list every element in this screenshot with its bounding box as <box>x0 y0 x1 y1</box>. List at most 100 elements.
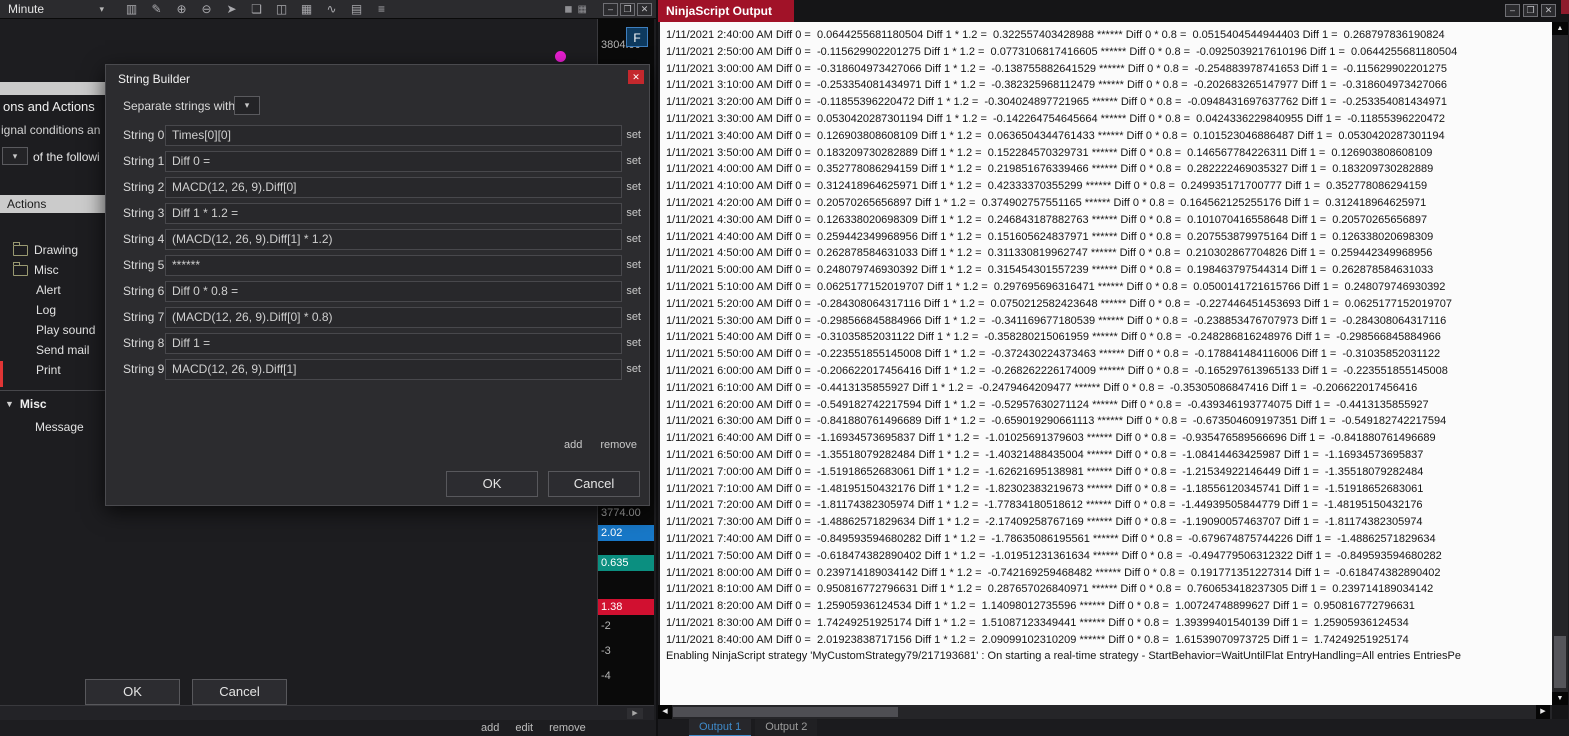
clipboard-icon[interactable]: ❏ <box>249 2 264 16</box>
maximize-button[interactable]: ❐ <box>620 2 635 16</box>
set-link[interactable]: set <box>626 359 641 380</box>
close-button[interactable]: ✕ <box>1541 4 1556 17</box>
set-link[interactable]: set <box>626 255 641 276</box>
string-value-field[interactable]: MACD(12, 26, 9).Diff[0] <box>165 177 622 198</box>
horizontal-scrollbar[interactable]: ▶ <box>0 705 654 720</box>
string-value-field[interactable]: Diff 0 = <box>165 151 622 172</box>
output-line: 1/11/2021 7:10:00 AM Diff 0 = -1.4819515… <box>666 482 1424 495</box>
condition-dropdown[interactable]: ▾ <box>2 147 28 165</box>
output-log-area[interactable]: 1/11/2021 2:40:00 AM Diff 0 = 0.06442556… <box>660 22 1552 705</box>
string-value-field[interactable]: ****** <box>165 255 622 276</box>
string-value-field[interactable]: (MACD(12, 26, 9).Diff[1] * 1.2) <box>165 229 622 250</box>
chart-marker-dot <box>555 51 566 62</box>
list-icon[interactable]: ≡ <box>374 2 389 16</box>
dialog-links: add remove <box>564 439 637 451</box>
string-row-label: String 5 <box>123 258 165 272</box>
add-link[interactable]: add <box>481 722 499 734</box>
pencil-draw-icon[interactable]: ✎ <box>149 2 164 16</box>
string-value-field[interactable]: MACD(12, 26, 9).Diff[1] <box>165 359 622 380</box>
output-line: 1/11/2021 6:00:00 AM Diff 0 = -0.2066220… <box>666 364 1448 377</box>
edit-link[interactable]: edit <box>515 722 533 734</box>
add-link[interactable]: add <box>564 439 582 451</box>
set-link[interactable]: set <box>626 333 641 354</box>
set-link[interactable]: set <box>626 203 641 224</box>
actions-section-header: Actions <box>0 195 105 213</box>
cancel-button[interactable]: Cancel <box>192 679 287 705</box>
data-box-icon[interactable]: ▤ <box>349 2 364 16</box>
remove-link[interactable]: remove <box>549 722 586 734</box>
set-link[interactable]: set <box>626 177 641 198</box>
string-row: String 4 (MACD(12, 26, 9).Diff[1] * 1.2)… <box>106 229 649 250</box>
output-tab[interactable]: Output 2 <box>755 719 818 736</box>
remove-link[interactable]: remove <box>600 439 637 451</box>
mini-grid-icon[interactable]: ▦ <box>578 4 587 15</box>
cancel-button[interactable]: Cancel <box>548 471 640 497</box>
output-line: 1/11/2021 6:10:00 AM Diff 0 = -0.4413135… <box>666 381 1418 394</box>
f-badge[interactable]: F <box>626 27 648 47</box>
scroll-left-icon[interactable]: ◀ <box>658 705 672 719</box>
output-line: 1/11/2021 3:40:00 AM Diff 0 = 0.12690380… <box>666 129 1445 142</box>
axis-value: -3 <box>601 645 611 657</box>
strategy-builder-window: Minute ▾ ▥ ✎ ⊕ ⊖ ➤ ❏ ◫ ▦ ∿ ▤ ≡ ◼ ▦ – ❐ ✕ ons and Act… <box>0 0 656 736</box>
minimize-button[interactable]: – <box>603 2 618 16</box>
output-line: 1/11/2021 7:30:00 AM Diff 0 = -1.4886257… <box>666 516 1423 529</box>
partial-close-button[interactable] <box>1561 0 1569 14</box>
set-link[interactable]: set <box>626 125 641 146</box>
scrollbar-thumb[interactable] <box>673 707 898 717</box>
output-line: 1/11/2021 5:40:00 AM Diff 0 = -0.3103585… <box>666 331 1441 344</box>
output-line: 1/11/2021 6:40:00 AM Diff 0 = -1.1693457… <box>666 432 1436 445</box>
misc-item-message[interactable]: Message <box>35 420 84 434</box>
close-button[interactable]: ✕ <box>637 2 652 16</box>
scroll-down-icon[interactable]: ▼ <box>1552 692 1568 705</box>
interval-selector[interactable]: Minute ▾ <box>0 2 112 16</box>
tree-item[interactable]: Send mail <box>0 340 105 360</box>
output-line: 1/11/2021 5:50:00 AM Diff 0 = -0.2235518… <box>666 348 1441 361</box>
string-row-label: String 3 <box>123 206 165 220</box>
zoom-out-icon[interactable]: ⊖ <box>199 2 214 16</box>
tree-item[interactable]: Print <box>0 360 105 380</box>
tree-folder-drawing[interactable]: Drawing <box>0 240 105 260</box>
string-value-field[interactable]: (MACD(12, 26, 9).Diff[0] * 0.8) <box>165 307 622 328</box>
tree-item[interactable]: Log <box>0 300 105 320</box>
panel-split-icon[interactable]: ◫ <box>274 2 289 16</box>
scroll-right-icon[interactable]: ▶ <box>1536 705 1550 719</box>
set-link[interactable]: set <box>626 281 641 302</box>
zoom-in-icon[interactable]: ⊕ <box>174 2 189 16</box>
cursor-icon[interactable]: ➤ <box>224 2 239 16</box>
close-icon[interactable]: ✕ <box>628 70 644 84</box>
separator-label: Separate strings with <box>123 99 236 113</box>
vertical-scrollbar[interactable]: ▲ ▼ <box>1552 22 1568 705</box>
output-line: 1/11/2021 7:50:00 AM Diff 0 = -0.6184743… <box>666 549 1442 562</box>
tree-item[interactable]: Alert <box>0 280 105 300</box>
string-value-field[interactable]: Diff 0 * 0.8 = <box>165 281 622 302</box>
expander-icon[interactable]: ▼ <box>5 399 14 409</box>
output-line: 1/11/2021 4:40:00 AM Diff 0 = 0.25944234… <box>666 230 1434 243</box>
scroll-up-icon[interactable]: ▲ <box>1552 22 1568 35</box>
ok-button[interactable]: OK <box>446 471 538 497</box>
bars-grid-icon[interactable]: ▦ <box>299 2 314 16</box>
maximize-button[interactable]: ❐ <box>1523 4 1538 17</box>
minimize-button[interactable]: – <box>1505 4 1520 17</box>
string-value-field[interactable]: Diff 1 * 1.2 = <box>165 203 622 224</box>
misc-group-header[interactable]: ▼ Misc <box>0 394 105 414</box>
scrollbar-thumb[interactable] <box>1554 636 1566 688</box>
chart-style-icon[interactable]: ▥ <box>124 2 139 16</box>
tree-item[interactable]: Play sound <box>0 320 105 340</box>
mini-chart-icon[interactable]: ◼ <box>564 4 572 15</box>
axis-value: -2 <box>601 620 611 632</box>
string-value-field[interactable]: Times[0][0] <box>165 125 622 146</box>
set-link[interactable]: set <box>626 307 641 328</box>
set-link[interactable]: set <box>626 151 641 172</box>
interval-label: Minute <box>8 2 45 16</box>
ok-button[interactable]: OK <box>85 679 180 705</box>
set-link[interactable]: set <box>626 229 641 250</box>
tree-folder-misc[interactable]: Misc <box>0 260 105 280</box>
output-tab[interactable]: Output 1 <box>689 719 752 736</box>
separator-dropdown[interactable]: ▾ <box>234 96 260 115</box>
horizontal-scrollbar[interactable]: ◀ ▶ <box>658 705 1552 719</box>
string-row: String 5 ****** set <box>106 255 649 276</box>
indicator-wave-icon[interactable]: ∿ <box>324 2 339 16</box>
output-line: 1/11/2021 8:40:00 AM Diff 0 = 2.01923838… <box>666 633 1409 646</box>
string-value-field[interactable]: Diff 1 = <box>165 333 622 354</box>
scroll-right-icon[interactable]: ▶ <box>627 708 643 719</box>
